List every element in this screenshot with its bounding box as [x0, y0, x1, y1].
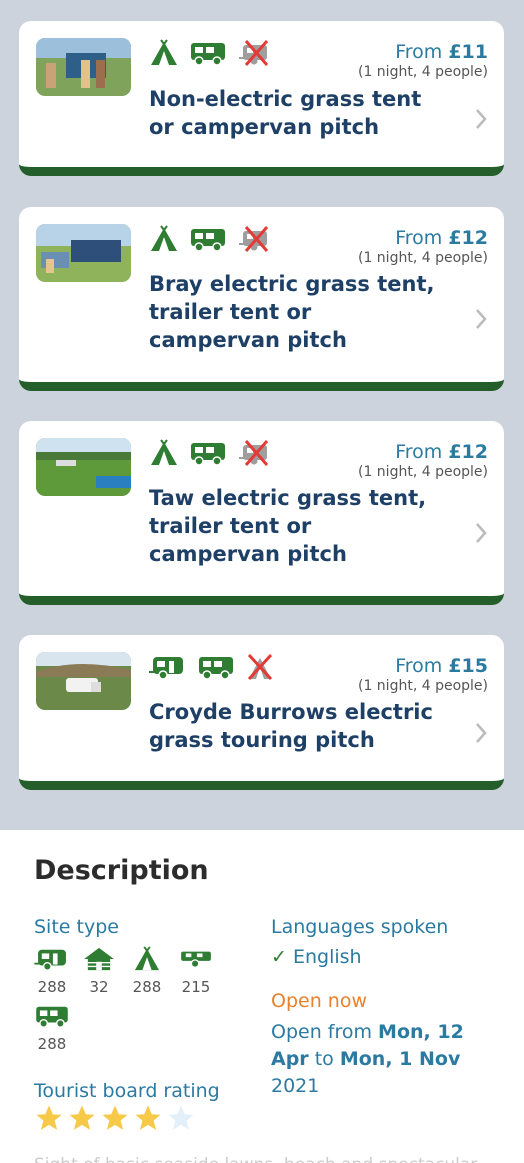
site-type-count: 288 [37, 1035, 67, 1053]
tent-icon [132, 946, 162, 976]
tent-icon [149, 439, 179, 471]
chevron-right-icon[interactable] [474, 521, 488, 545]
description-section: Description Site type 288 32 288 215 288… [0, 830, 524, 1163]
pitch-type-icons [149, 653, 275, 685]
pitch-title[interactable]: Croyde Burrows electric grass touring pi… [149, 698, 449, 754]
lodge-icon [81, 947, 117, 976]
site-type-count: 215 [181, 978, 211, 996]
chevron-right-icon[interactable] [474, 307, 488, 331]
price-from: From £11 [395, 41, 488, 63]
chevron-right-icon[interactable] [474, 721, 488, 745]
campervan-icon [189, 225, 227, 257]
open-to: to [308, 1048, 340, 1070]
site-type-lodge: 32 [79, 946, 119, 996]
campervan-icon [33, 1006, 71, 1033]
price-block: From £15 (1 night, 4 people) [358, 655, 488, 694]
star-empty-icon [165, 1103, 197, 1137]
pitch-card[interactable]: From £12 (1 night, 4 people) Bray electr… [19, 207, 504, 391]
pitch-photo [36, 438, 131, 496]
pitch-title[interactable]: Taw electric grass tent, trailer tent or… [149, 484, 449, 568]
open-year: 2021 [271, 1075, 320, 1097]
open-from-prefix: Open from [271, 1021, 379, 1043]
pitch-type-icons [149, 39, 275, 71]
site-type-count: 288 [132, 978, 162, 996]
pitch-card[interactable]: From £12 (1 night, 4 people) Taw electri… [19, 421, 504, 605]
price-from: From £15 [395, 655, 488, 677]
language-english: English [292, 946, 362, 968]
no-caravan-icon [237, 39, 275, 71]
no-caravan-icon [237, 225, 275, 257]
rating-label: Tourist board rating [34, 1080, 220, 1102]
site-type-count: 32 [89, 978, 109, 996]
price-basis: (1 night, 4 people) [357, 250, 488, 266]
price-basis: (1 night, 4 people) [357, 64, 488, 80]
language-item: ✓ English [271, 944, 362, 971]
section-heading: Description [34, 855, 209, 886]
open-end-date: Mon, 1 Nov [339, 1048, 461, 1070]
no-tent-icon [245, 653, 275, 685]
star-filled-icon [132, 1103, 164, 1137]
site-type-campervan: 288 [32, 1003, 72, 1053]
site-type-label: Site type [34, 916, 119, 938]
pitch-type-icons [149, 225, 275, 257]
pitch-title[interactable]: Bray electric grass tent, trailer tent o… [149, 270, 449, 354]
open-dates: Open from Mon, 12 Apr to Mon, 1 Nov 2021 [271, 1019, 481, 1100]
pitch-type-icons [149, 439, 275, 471]
pitch-card[interactable]: From £11 (1 night, 4 people) Non-electri… [19, 21, 504, 176]
languages-label: Languages spoken [271, 916, 449, 938]
caravan-icon [33, 949, 71, 976]
pitch-title[interactable]: Non-electric grass tent or campervan pit… [149, 85, 449, 141]
price-basis: (1 night, 4 people) [357, 678, 488, 694]
price-block: From £12 (1 night, 4 people) [358, 441, 488, 480]
open-status: Open now [271, 990, 367, 1012]
pitch-card[interactable]: From £15 (1 night, 4 people) Croyde Burr… [19, 635, 504, 790]
site-type-caravan: 288 [32, 946, 72, 996]
tent-icon [149, 225, 179, 257]
campervan-icon [189, 439, 227, 471]
tent-icon [149, 39, 179, 71]
site-type-tent: 288 [127, 946, 167, 996]
price-block: From £12 (1 night, 4 people) [358, 227, 488, 266]
tourist-board-rating [33, 1103, 197, 1137]
no-caravan-icon [237, 439, 275, 471]
campervan-icon [197, 653, 235, 685]
star-filled-icon [99, 1103, 131, 1137]
star-filled-icon [66, 1103, 98, 1137]
trailer-tent-icon [177, 951, 215, 976]
pitch-photo [36, 224, 131, 282]
price-block: From £11 (1 night, 4 people) [358, 41, 488, 80]
price-basis: (1 night, 4 people) [357, 464, 488, 480]
pitch-photo [36, 38, 131, 96]
site-type-trailer-tent: 215 [176, 946, 216, 996]
pitch-photo [36, 652, 131, 710]
price-from: From £12 [395, 441, 488, 463]
campervan-icon [189, 39, 227, 71]
site-type-count: 288 [37, 978, 67, 996]
star-filled-icon [33, 1103, 65, 1137]
chevron-right-icon[interactable] [474, 107, 488, 131]
price-from: From £12 [395, 227, 488, 249]
check-icon: ✓ [271, 946, 287, 968]
caravan-icon [149, 653, 187, 685]
description-text-faded: Sight of basic seaside lawns, beach and … [34, 1155, 492, 1163]
